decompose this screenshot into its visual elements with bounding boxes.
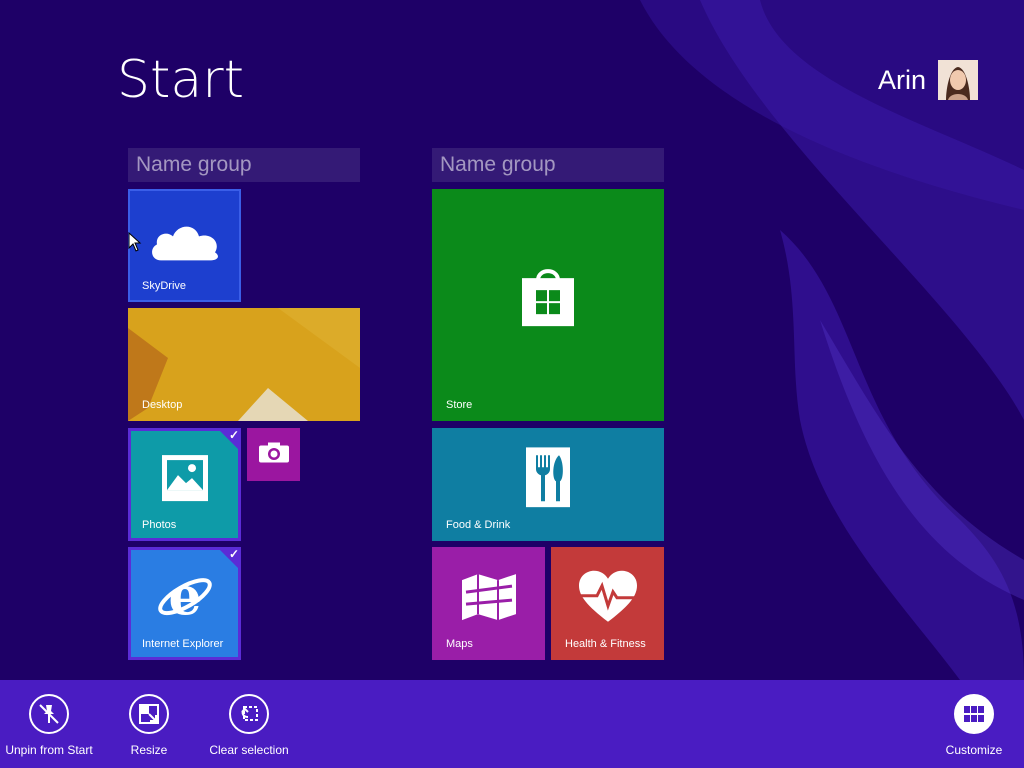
tile-health-fitness[interactable]: Health & Fitness — [551, 547, 664, 660]
customize-icon — [954, 694, 994, 734]
heart-pulse-icon — [577, 569, 639, 628]
photo-icon — [160, 453, 210, 508]
resize-label: Resize — [130, 743, 168, 757]
map-icon — [460, 572, 518, 627]
tile-label: Maps — [446, 638, 473, 650]
tile-internet-explorer[interactable]: e ✓ Internet Explorer — [128, 547, 241, 660]
tile-photos[interactable]: ✓ Photos — [128, 428, 241, 541]
app-bar: Unpin from Start Resize Clear selection — [0, 680, 1024, 768]
tile-store[interactable]: Store — [432, 189, 664, 421]
group-name-2[interactable]: Name group — [432, 148, 664, 182]
cloud-icon — [147, 216, 223, 267]
tile-label: Internet Explorer — [142, 638, 224, 650]
avatar[interactable] — [938, 60, 978, 100]
tile-label: Photos — [142, 519, 177, 531]
clear-selection-label: Clear selection — [209, 743, 289, 757]
user-account[interactable]: Arin — [878, 60, 978, 100]
unpin-label: Unpin from Start — [5, 743, 93, 757]
tile-skydrive[interactable]: SkyDrive — [128, 189, 241, 302]
unpin-icon — [29, 694, 69, 734]
group-name-1[interactable]: Name group — [128, 148, 360, 182]
ie-icon: e — [155, 566, 215, 629]
camera-icon — [258, 441, 290, 468]
unpin-from-start-button[interactable]: Unpin from Start — [0, 694, 104, 757]
tile-food-drink[interactable]: Food & Drink — [432, 428, 664, 541]
user-name: Arin — [877, 64, 926, 95]
selected-check-icon: ✓ — [217, 547, 241, 571]
tile-desktop[interactable]: Desktop — [128, 308, 360, 421]
svg-text:e: e — [168, 568, 201, 624]
customize-label: Customize — [945, 743, 1003, 757]
resize-icon — [129, 694, 169, 734]
tile-label: SkyDrive — [142, 280, 187, 292]
tile-label: Desktop — [142, 399, 183, 411]
fork-knife-icon — [526, 446, 570, 512]
resize-button[interactable]: Resize — [94, 694, 204, 757]
clear-selection-button[interactable]: Clear selection — [194, 694, 304, 757]
selected-check-icon: ✓ — [217, 428, 241, 452]
tile-camera[interactable] — [247, 428, 300, 481]
tile-label: Health & Fitness — [565, 638, 646, 650]
tile-label: Store — [446, 399, 473, 411]
mouse-cursor-icon — [128, 232, 142, 252]
customize-button[interactable]: Customize — [919, 694, 1024, 757]
store-bag-icon — [520, 266, 576, 333]
clear-selection-icon — [229, 694, 269, 734]
page-title: Start — [117, 50, 245, 110]
tile-label: Food & Drink — [446, 519, 511, 531]
tile-maps[interactable]: Maps — [432, 547, 545, 660]
